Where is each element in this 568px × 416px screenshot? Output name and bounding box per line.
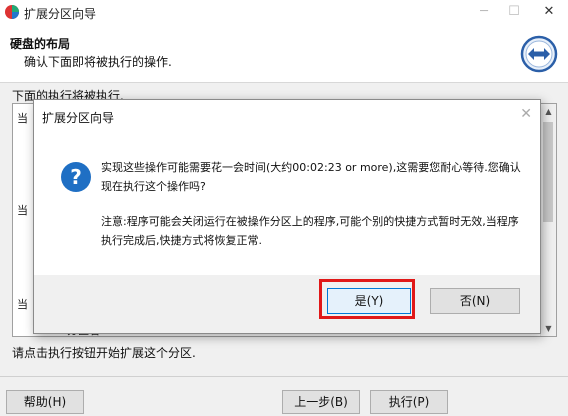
dialog-message: 实现这些操作可能需要花一会时间(大约00:02:23 or more),这需要您… — [101, 161, 521, 193]
instruction-text: 请点击执行按钮开始扩展这个分区. — [12, 346, 196, 360]
list-item: 当 — [17, 112, 28, 125]
maximize-icon[interactable]: ☐ — [500, 2, 528, 22]
scrollbar[interactable]: ▲ ▼ — [540, 104, 556, 336]
window-titlebar: 扩展分区向导 ─ ☐ ✕ — [0, 0, 568, 24]
minimize-icon[interactable]: ─ — [470, 2, 498, 22]
close-icon[interactable]: ✕ — [535, 2, 563, 22]
app-icon — [5, 5, 19, 19]
scroll-down-icon[interactable]: ▼ — [541, 321, 556, 336]
help-button[interactable]: 帮助(H) — [6, 390, 84, 414]
execute-button[interactable]: 执行(P) — [370, 390, 448, 414]
dialog-note: 注意:程序可能会关闭运行在被操作分区上的程序,可能个别的快捷方式暂时无效,当程序… — [101, 215, 519, 247]
window-title: 扩展分区向导 — [24, 7, 97, 21]
dialog-titlebar: 扩展分区向导 ✕ — [34, 100, 540, 132]
list-item: 当 — [17, 298, 28, 311]
wizard-header: 硬盘的布局 确认下面即将被执行的操作. — [0, 24, 568, 83]
resize-arrows-icon — [520, 35, 558, 73]
dialog-body: ? 实现这些操作可能需要花一会时间(大约00:02:23 or more),这需… — [34, 132, 540, 275]
dialog-title: 扩展分区向导 — [42, 111, 115, 125]
header-title: 硬盘的布局 — [10, 37, 71, 51]
no-button[interactable]: 否(N) — [430, 288, 520, 314]
header-subtitle: 确认下面即将被执行的操作. — [24, 55, 172, 69]
list-item: 当 — [17, 204, 28, 217]
back-button[interactable]: 上一步(B) — [282, 390, 360, 414]
dialog-close-icon[interactable]: ✕ — [520, 106, 532, 122]
question-icon: ? — [61, 162, 91, 192]
divider — [0, 376, 568, 377]
confirm-dialog: 扩展分区向导 ✕ ? 实现这些操作可能需要花一会时间(大约00:02:23 or… — [33, 99, 541, 334]
highlight-box — [319, 279, 415, 319]
scroll-up-icon[interactable]: ▲ — [541, 104, 556, 119]
scroll-thumb[interactable] — [543, 122, 553, 222]
